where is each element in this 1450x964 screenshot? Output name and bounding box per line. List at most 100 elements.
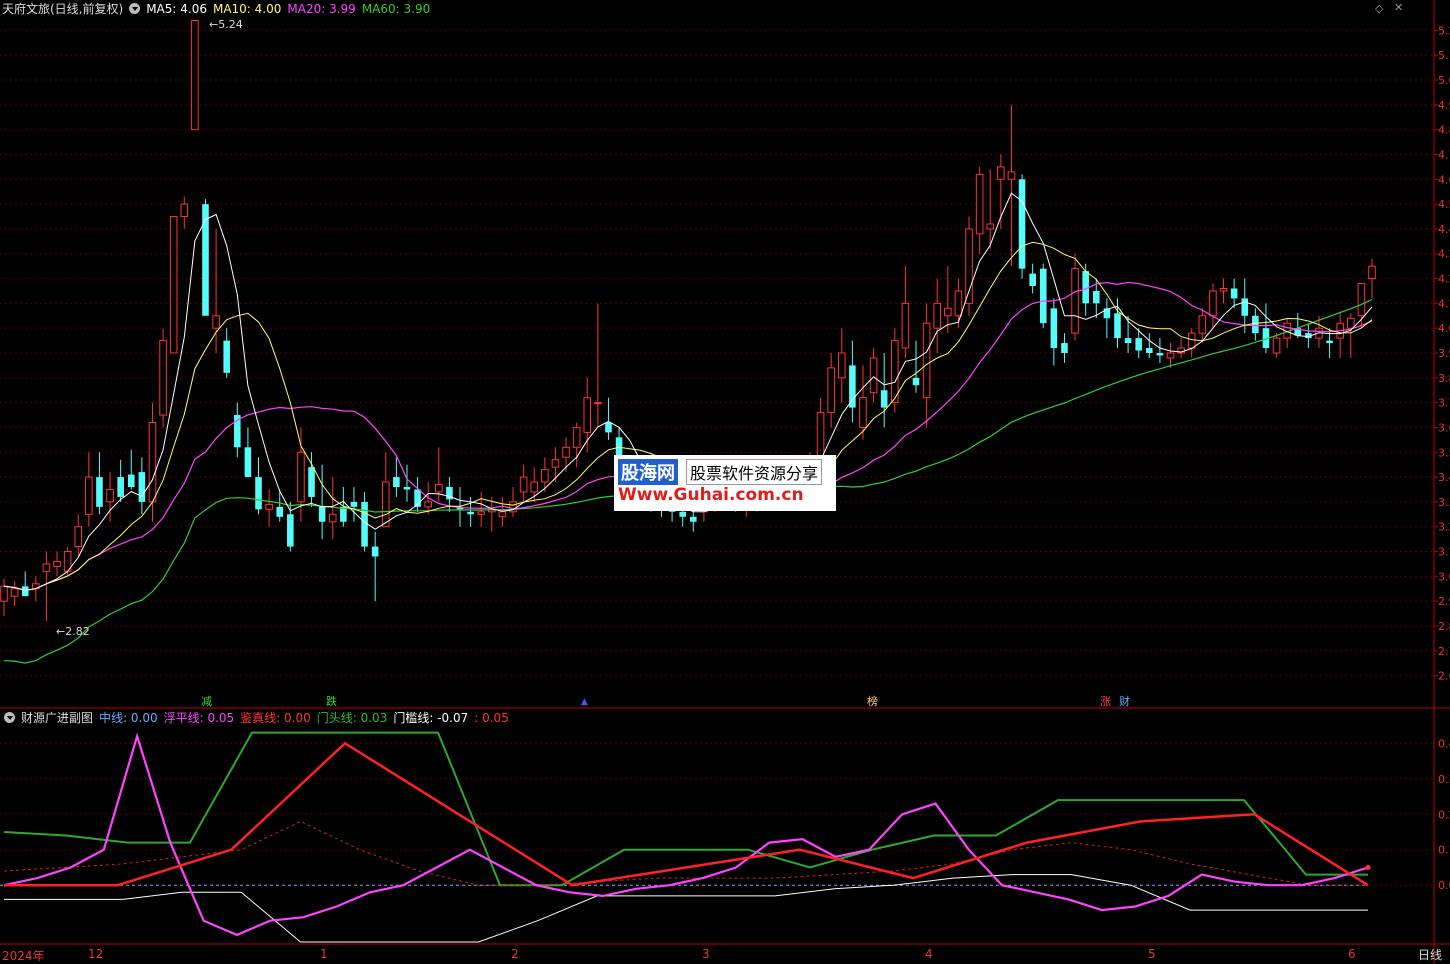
y-tick-label: 3.40 bbox=[1438, 471, 1450, 484]
period-label[interactable]: 日线 bbox=[1418, 946, 1442, 963]
candle-body bbox=[393, 477, 400, 487]
candle-body bbox=[276, 506, 284, 517]
candle-body bbox=[1039, 268, 1047, 324]
jianzhenxian-label: 鉴真线: 0.00 bbox=[240, 711, 311, 725]
candle-body bbox=[191, 19, 199, 131]
watermark: 股海网 股票软件资源分享 Www.Guhai.com.cn bbox=[614, 455, 836, 511]
ma20-label: MA20: 3.99 bbox=[287, 2, 356, 16]
x-axis-label: 1 bbox=[320, 947, 328, 961]
indicator-title: 财源广进副图 bbox=[21, 711, 94, 725]
candle-body bbox=[223, 340, 230, 373]
candle-body bbox=[1252, 315, 1259, 334]
y-tick-label: 3.70 bbox=[1438, 397, 1450, 410]
y-tick-label: 3.90 bbox=[1438, 347, 1450, 360]
candle-body bbox=[1198, 315, 1207, 334]
fupingxian-line bbox=[3, 732, 1369, 937]
candle-body bbox=[287, 514, 294, 547]
candle-body bbox=[308, 467, 315, 497]
candle-body bbox=[1050, 308, 1058, 349]
candle-body bbox=[901, 302, 910, 349]
ma5-label: MA5: 4.06 bbox=[146, 2, 207, 16]
y-tick-label: 3.10 bbox=[1438, 546, 1450, 559]
y-tick-label: 0.20 bbox=[1438, 808, 1450, 821]
candle-body bbox=[244, 447, 252, 478]
candle-body bbox=[562, 446, 570, 458]
candle-body bbox=[679, 511, 686, 517]
candle-body bbox=[328, 513, 337, 523]
candle-body bbox=[74, 526, 83, 548]
signal-marker-6: 财 bbox=[1119, 695, 1130, 708]
x-axis-label: 3 bbox=[702, 947, 710, 961]
mentouxian-label: 门头线: 0.03 bbox=[316, 711, 388, 725]
y-tick-label: 0.30 bbox=[1438, 773, 1450, 786]
candle-body bbox=[169, 216, 178, 354]
y-tick-label: 4.30 bbox=[1438, 248, 1450, 261]
main-header: 天府文旅(日线,前复权) MA5: 4.06 MA10: 4.00 MA20: 3.9… bbox=[2, 1, 436, 17]
candle-body bbox=[117, 477, 124, 497]
y-tick-label: 2.70 bbox=[1438, 645, 1450, 658]
candle-body bbox=[96, 477, 103, 507]
candle-body bbox=[318, 506, 326, 522]
watermark-url: Www.Guhai.com.cn bbox=[618, 485, 804, 505]
signal-marker-4: 榜 bbox=[867, 695, 878, 708]
candle-body bbox=[1071, 268, 1079, 334]
candle-body bbox=[42, 563, 51, 572]
candle-body bbox=[403, 487, 411, 490]
candle-body bbox=[106, 488, 114, 503]
candle-body bbox=[827, 367, 835, 414]
candle-body bbox=[424, 501, 432, 508]
candle-body bbox=[1018, 179, 1026, 269]
low-price-label: ←2.82 bbox=[56, 625, 90, 638]
candle-body bbox=[340, 506, 347, 522]
candle-body bbox=[944, 307, 952, 317]
y-tick-label: 5.20 bbox=[1438, 24, 1450, 37]
candle-body bbox=[954, 290, 963, 317]
candle-body bbox=[859, 397, 867, 428]
candle-body bbox=[1092, 290, 1100, 304]
y-tick-label: 2.80 bbox=[1438, 620, 1450, 633]
x-axis-label: 12 bbox=[88, 947, 104, 961]
y-tick-label: 3.20 bbox=[1438, 521, 1450, 534]
candle-body bbox=[869, 357, 878, 394]
x-axis-label: 2024年 bbox=[2, 949, 45, 963]
candle-body bbox=[690, 516, 697, 522]
candle-body bbox=[1166, 352, 1175, 359]
candle-body bbox=[1209, 290, 1217, 317]
candle-body bbox=[1187, 332, 1196, 349]
candle-body bbox=[498, 511, 507, 518]
ma5-line bbox=[3, 192, 1373, 591]
candle-body bbox=[1368, 265, 1376, 280]
y-tick-label: 4.10 bbox=[1438, 297, 1450, 310]
y-tick-label: 0.40 bbox=[1438, 737, 1450, 750]
fupingxian-label: 浮平线: 0.05 bbox=[163, 711, 235, 725]
candle-body bbox=[180, 203, 189, 218]
candle-body bbox=[891, 340, 899, 404]
ma60-label: MA60: 3.90 bbox=[361, 2, 431, 16]
candle-body bbox=[1219, 287, 1228, 292]
candle-body bbox=[0, 585, 8, 602]
y-tick-label: 3.80 bbox=[1438, 372, 1450, 385]
candle-body bbox=[605, 422, 612, 433]
y-tick-label: 3.50 bbox=[1438, 446, 1450, 459]
signal-dashed-line bbox=[3, 820, 1368, 886]
candle-body bbox=[1347, 317, 1355, 329]
watermark-subtitle: 股票软件资源分享 bbox=[686, 459, 823, 485]
signal-marker-2: 跌 bbox=[326, 695, 337, 708]
stock-title: 天府文旅(日线,前复权) bbox=[2, 2, 124, 16]
y-tick-label: 3.00 bbox=[1438, 570, 1450, 583]
main-menu-icon[interactable] bbox=[129, 3, 141, 14]
close-icon[interactable]: ✕ bbox=[1394, 1, 1403, 14]
zhongxian-label: 中线: 0.00 bbox=[99, 711, 158, 725]
candle-body bbox=[1124, 338, 1132, 344]
candle-body bbox=[837, 352, 846, 379]
diamond-icon[interactable]: ◇ bbox=[1375, 2, 1383, 15]
candle-body bbox=[212, 315, 220, 329]
watermark-brand: 股海网 bbox=[618, 459, 678, 485]
sub-header: 财源广进副图 中线: 0.00 浮平线: 0.05 鉴真线: 0.00 门头线: 0.0… bbox=[2, 710, 515, 726]
sub-menu-icon[interactable] bbox=[4, 712, 15, 723]
candle-body bbox=[265, 503, 273, 510]
menkanxian-label: 门槛线: -0.07 bbox=[393, 711, 469, 725]
y-tick-label: 4.20 bbox=[1438, 273, 1450, 286]
signal-marker-3: ▲ bbox=[581, 697, 588, 707]
last-value-dot bbox=[1365, 864, 1371, 870]
